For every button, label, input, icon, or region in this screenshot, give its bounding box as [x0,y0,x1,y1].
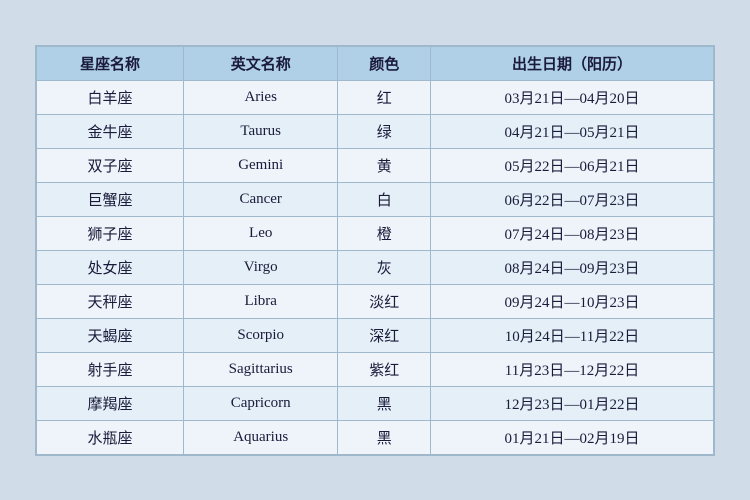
cell-3-1: Cancer [183,182,337,216]
zodiac-table: 星座名称英文名称颜色出生日期（阳历） 白羊座Aries红03月21日—04月20… [36,46,714,455]
table-row: 白羊座Aries红03月21日—04月20日 [37,80,714,114]
cell-10-0: 水瓶座 [37,420,184,454]
cell-8-3: 11月23日—12月22日 [430,352,713,386]
cell-6-0: 天秤座 [37,284,184,318]
table-row: 天蝎座Scorpio深红10月24日—11月22日 [37,318,714,352]
cell-0-0: 白羊座 [37,80,184,114]
header-col-0: 星座名称 [37,46,184,80]
cell-4-2: 橙 [338,216,431,250]
cell-4-0: 狮子座 [37,216,184,250]
cell-0-3: 03月21日—04月20日 [430,80,713,114]
cell-4-3: 07月24日—08月23日 [430,216,713,250]
table-row: 射手座Sagittarius紫红11月23日—12月22日 [37,352,714,386]
cell-1-0: 金牛座 [37,114,184,148]
cell-6-3: 09月24日—10月23日 [430,284,713,318]
cell-5-3: 08月24日—09月23日 [430,250,713,284]
table-row: 巨蟹座Cancer白06月22日—07月23日 [37,182,714,216]
cell-9-0: 摩羯座 [37,386,184,420]
cell-9-2: 黑 [338,386,431,420]
cell-1-2: 绿 [338,114,431,148]
cell-2-1: Gemini [183,148,337,182]
cell-7-3: 10月24日—11月22日 [430,318,713,352]
cell-5-1: Virgo [183,250,337,284]
table-header-row: 星座名称英文名称颜色出生日期（阳历） [37,46,714,80]
cell-8-1: Sagittarius [183,352,337,386]
cell-5-0: 处女座 [37,250,184,284]
cell-9-3: 12月23日—01月22日 [430,386,713,420]
zodiac-table-container: 星座名称英文名称颜色出生日期（阳历） 白羊座Aries红03月21日—04月20… [35,45,715,456]
table-row: 水瓶座Aquarius黑01月21日—02月19日 [37,420,714,454]
cell-0-2: 红 [338,80,431,114]
cell-4-1: Leo [183,216,337,250]
cell-7-0: 天蝎座 [37,318,184,352]
cell-8-0: 射手座 [37,352,184,386]
cell-2-3: 05月22日—06月21日 [430,148,713,182]
cell-10-1: Aquarius [183,420,337,454]
cell-3-3: 06月22日—07月23日 [430,182,713,216]
cell-6-1: Libra [183,284,337,318]
table-row: 金牛座Taurus绿04月21日—05月21日 [37,114,714,148]
table-row: 天秤座Libra淡红09月24日—10月23日 [37,284,714,318]
table-row: 狮子座Leo橙07月24日—08月23日 [37,216,714,250]
header-col-3: 出生日期（阳历） [430,46,713,80]
table-body: 白羊座Aries红03月21日—04月20日金牛座Taurus绿04月21日—0… [37,80,714,454]
cell-10-3: 01月21日—02月19日 [430,420,713,454]
cell-3-0: 巨蟹座 [37,182,184,216]
table-row: 摩羯座Capricorn黑12月23日—01月22日 [37,386,714,420]
header-col-1: 英文名称 [183,46,337,80]
cell-7-2: 深红 [338,318,431,352]
cell-7-1: Scorpio [183,318,337,352]
cell-8-2: 紫红 [338,352,431,386]
cell-5-2: 灰 [338,250,431,284]
cell-10-2: 黑 [338,420,431,454]
cell-3-2: 白 [338,182,431,216]
cell-9-1: Capricorn [183,386,337,420]
cell-6-2: 淡红 [338,284,431,318]
cell-1-3: 04月21日—05月21日 [430,114,713,148]
cell-2-2: 黄 [338,148,431,182]
cell-0-1: Aries [183,80,337,114]
table-row: 双子座Gemini黄05月22日—06月21日 [37,148,714,182]
cell-2-0: 双子座 [37,148,184,182]
table-row: 处女座Virgo灰08月24日—09月23日 [37,250,714,284]
header-col-2: 颜色 [338,46,431,80]
cell-1-1: Taurus [183,114,337,148]
